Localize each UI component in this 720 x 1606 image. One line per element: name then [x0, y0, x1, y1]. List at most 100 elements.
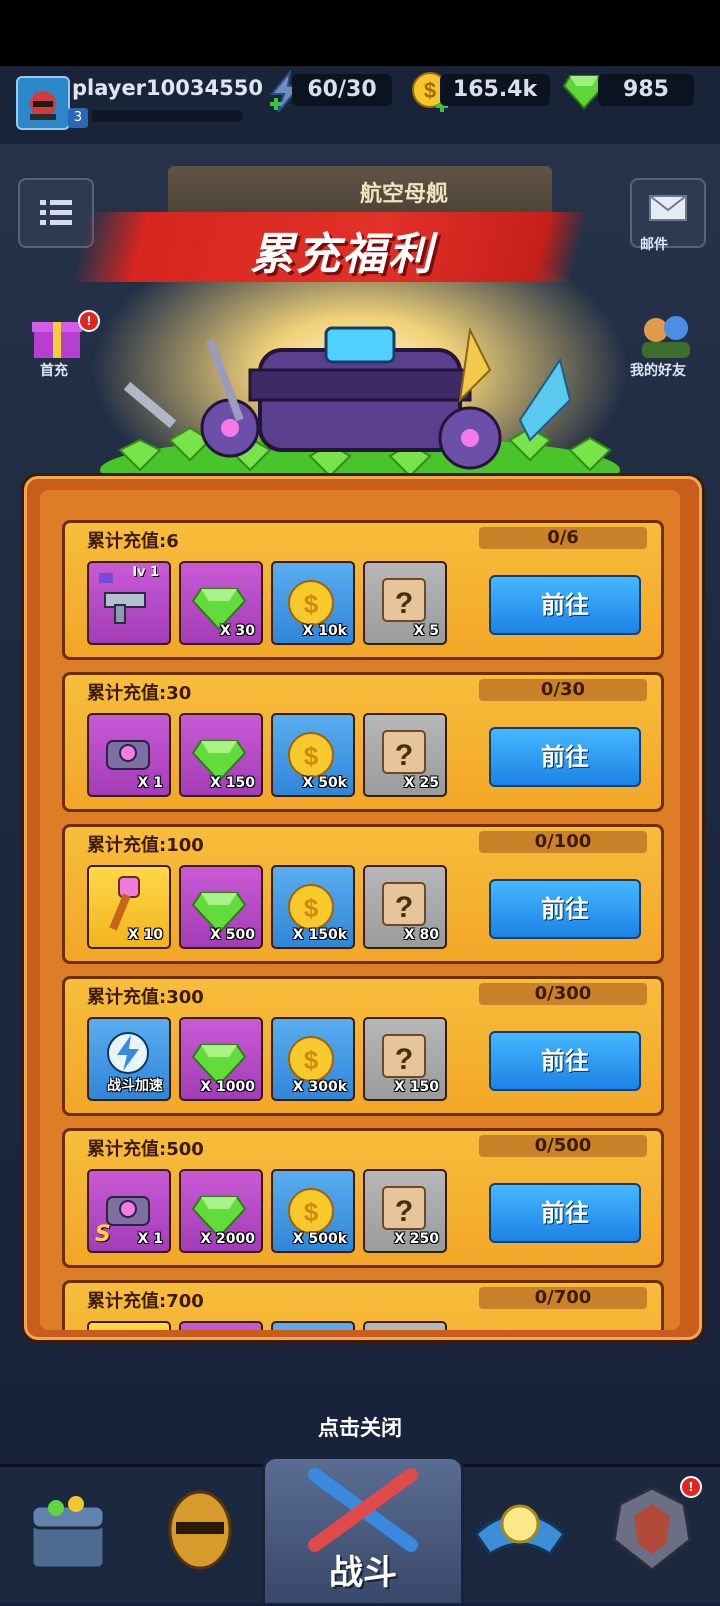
reward-tier-title: 累计充值:300	[87, 987, 204, 1008]
reward-item-slot[interactable]: ? X 250	[363, 1169, 447, 1253]
reward-tier-card: 累计充值:500 0/500 S X 1 X 2000 $ X 500k? X 250 前往	[62, 1128, 664, 1268]
item-quantity: X 80	[403, 927, 439, 943]
reward-item-slot[interactable]: ? X 80	[363, 865, 447, 949]
go-button[interactable]: 前往	[489, 1031, 641, 1091]
item-quantity: X 1	[137, 775, 163, 791]
reward-item-slot[interactable]: $ X 150k	[271, 865, 355, 949]
status-bar	[0, 0, 720, 66]
hero-helmet-icon[interactable]	[162, 1484, 238, 1574]
reward-item-slot[interactable]: X 1000	[179, 1017, 263, 1101]
svg-text:$: $	[304, 589, 319, 619]
banner-subtitle: 航空母舰	[360, 182, 449, 207]
gem-value[interactable]: 985	[598, 74, 694, 106]
talent-orb-icon[interactable]	[470, 1484, 570, 1574]
reward-tier-progress: 0/300	[479, 983, 647, 1005]
item-quantity: X 1000	[200, 1079, 255, 1095]
reward-tier-card: 累计充值:300 0/300 战斗加速 X 1000 $ X 300k? X 150 前往	[62, 976, 664, 1116]
item-quantity: X 150	[210, 775, 255, 791]
reward-item-slot[interactable]: X 10	[87, 865, 171, 949]
svg-text:?: ?	[395, 1043, 413, 1076]
player-avatar[interactable]	[16, 76, 70, 130]
item-label: lv 1	[132, 565, 159, 580]
go-button[interactable]: 前往	[489, 727, 641, 787]
my-friends-label: 我的好友	[630, 363, 686, 379]
reward-item-slot[interactable]: $ X 300k	[271, 1017, 355, 1101]
reward-item-slot[interactable]: ? X 5	[363, 561, 447, 645]
reward-tier-card: 累计充值:6 0/6 lv 1X 30 $ X 10k? X 5 前往	[62, 520, 664, 660]
item-quantity: X 300k	[292, 1079, 347, 1095]
svg-text:$: $	[304, 741, 319, 771]
list-icon	[40, 200, 72, 225]
svg-text:$: $	[304, 1197, 319, 1227]
svg-text:?: ?	[395, 587, 413, 620]
rank-notification-badge: !	[680, 1476, 702, 1498]
reward-tier-title: 累计充值:6	[87, 531, 179, 552]
reward-tier-progress: 0/700	[479, 1287, 647, 1309]
item-quantity: X 25	[403, 775, 439, 791]
friends-icon[interactable]	[636, 308, 696, 362]
reward-item-slot[interactable]: $ X 10k	[271, 561, 355, 645]
reward-tier-title: 累计充值:30	[87, 683, 192, 704]
svg-text:?: ?	[395, 739, 413, 772]
player-name: player10034550	[72, 76, 263, 100]
item-quantity: X 500	[210, 927, 255, 943]
reward-item-slot[interactable]: X 30	[179, 561, 263, 645]
item-quantity: X 150k	[292, 927, 347, 943]
item-quantity: X 10	[127, 927, 163, 943]
shop-chest-icon[interactable]	[26, 1484, 110, 1574]
go-button[interactable]: 前往	[489, 1183, 641, 1243]
rank-emblem-icon[interactable]	[604, 1484, 700, 1574]
item-quantity: X 50k	[302, 775, 347, 791]
item-label: S	[95, 1222, 111, 1247]
reward-item-slot[interactable]: X 1	[87, 713, 171, 797]
reward-list[interactable]: 累计充值:6 0/6 lv 1X 30 $ X 10k? X 5 前往 累计充值:30 0/30…	[40, 490, 680, 1330]
item-quantity: X 500k	[292, 1231, 347, 1247]
reward-item-slot[interactable]: $	[271, 1321, 355, 1330]
reward-tier-progress: 0/100	[479, 831, 647, 853]
reward-item-slot[interactable]: $ X 50k	[271, 713, 355, 797]
player-level-badge: 3	[68, 108, 88, 128]
tap-to-close-hint[interactable]: 点击关闭	[0, 1412, 720, 1442]
battle-tab[interactable]: 战斗	[262, 1456, 464, 1606]
mail-label: 邮件	[640, 237, 668, 253]
item-quantity: X 5	[413, 623, 439, 639]
reward-item-slot[interactable]: X 500	[179, 865, 263, 949]
reward-item-slot[interactable]: X 2000	[179, 1169, 263, 1253]
reward-item-slot[interactable]: $ X 500k	[271, 1169, 355, 1253]
go-button[interactable]: 前往	[489, 879, 641, 939]
first-charge-label: 首充	[40, 363, 68, 379]
svg-text:?: ?	[395, 1195, 413, 1228]
svg-text:$: $	[304, 893, 319, 923]
helmet-icon	[30, 91, 56, 120]
reward-tier-card: 累计充值:7000/700$?前往	[62, 1280, 664, 1330]
reward-item-slot[interactable]: ? X 25	[363, 713, 447, 797]
reward-tier-title: 累计充值:100	[87, 835, 204, 856]
reward-item-slot[interactable]: lv 1	[87, 561, 171, 645]
item-quantity: X 30	[219, 623, 255, 639]
reward-item-slot[interactable]: S X 1	[87, 1169, 171, 1253]
reward-tier-title: 累计充值:500	[87, 1139, 204, 1160]
item-quantity: 战斗加速	[107, 1078, 163, 1094]
reward-tier-title: 累计充值:700	[87, 1291, 204, 1312]
popup-title: 累充福利	[250, 229, 434, 280]
reward-item-slot[interactable]	[179, 1321, 263, 1330]
battle-tab-label: 战斗	[329, 1553, 397, 1593]
svg-text:$: $	[304, 1045, 319, 1075]
reward-item-slot[interactable]: ? X 150	[363, 1017, 447, 1101]
crossed-swords-icon	[308, 1468, 418, 1552]
reward-tier-card: 累计充值:30 0/30 X 1 X 150 $ X 50k? X 25 前往	[62, 672, 664, 812]
coin-value[interactable]: 165.4k	[440, 74, 550, 106]
item-quantity: X 1	[137, 1231, 163, 1247]
reward-item-slot[interactable]	[87, 1321, 171, 1330]
reward-item-slot[interactable]: X 150	[179, 713, 263, 797]
reward-item-slot[interactable]: ?	[363, 1321, 447, 1330]
envelope-icon	[649, 195, 687, 221]
go-button[interactable]: 前往	[489, 575, 641, 635]
reward-tier-card: 累计充值:100 0/100 X 10 X 500 $ X 150k ? X 80 前往	[62, 824, 664, 964]
reward-item-slot[interactable]: 战斗加速	[87, 1017, 171, 1101]
reward-tier-progress: 0/30	[479, 679, 647, 701]
item-quantity: X 150	[394, 1079, 439, 1095]
energy-value[interactable]: 60/30	[292, 74, 392, 106]
item-quantity: X 10k	[302, 623, 347, 639]
svg-text:$: $	[424, 78, 436, 103]
